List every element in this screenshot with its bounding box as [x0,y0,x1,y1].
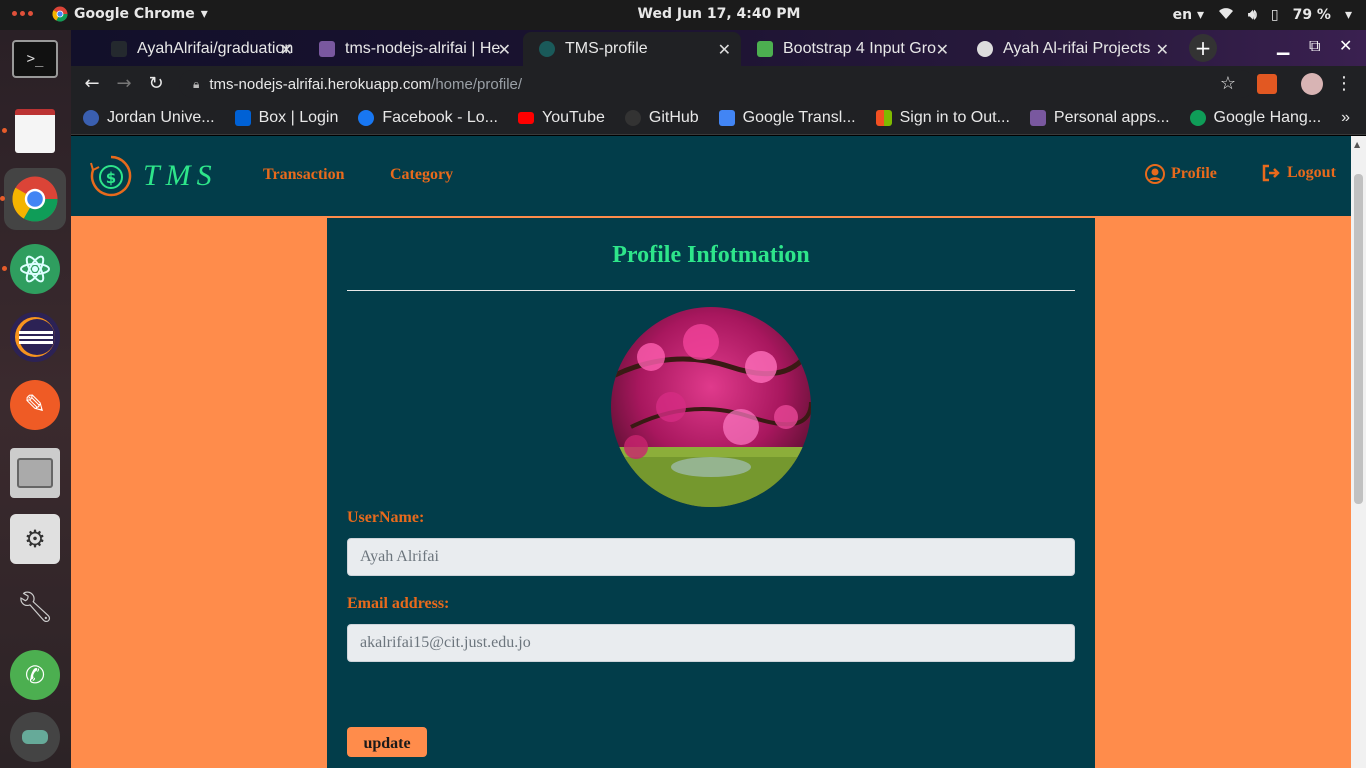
close-window-icon[interactable]: ✕ [1339,36,1352,55]
profile-card: Profile Infotmation UserName: Ayah Alrif… [327,216,1095,768]
reload-icon[interactable]: ↻ [145,73,167,95]
eclipse-icon[interactable] [10,312,60,362]
globe-icon [977,41,993,57]
bookmark-facebook[interactable]: Facebook - Lo... [358,109,498,127]
battery-icon: ▯ [1270,7,1279,23]
wifi-icon [1218,6,1234,24]
address-bar[interactable]: 🔒︎ tms-nodejs-alrifai.herokuapp.com/home… [179,70,1255,98]
system-tray[interactable]: en ▾ 🔊︎ ▯ 79 % ▾ [1173,6,1352,24]
scrollbar-thumb[interactable] [1354,174,1363,504]
terminal-icon[interactable]: >_ [12,40,58,78]
scroll-up-icon[interactable]: ▲ [1354,140,1360,149]
chevron-down-icon: ▾ [1344,7,1352,23]
tab-tms-profile[interactable]: TMS-profile ✕ [523,32,741,66]
clock[interactable]: Wed Jun 17, 4:40 PM [0,6,1366,22]
bookmark-jordan[interactable]: Jordan Unive... [83,109,215,127]
bookmark-translate[interactable]: Google Transl... [718,109,856,127]
nav-profile[interactable]: Profile [1145,164,1217,184]
tab-projects[interactable]: Ayah Al-rifai Projects ✕ [961,32,1179,66]
forward-icon[interactable]: → [113,73,135,95]
bookmark-github[interactable]: GitHub [624,109,699,127]
translate-icon [718,110,735,126]
system-top-bar: Google Chrome ▾ Wed Jun 17, 4:40 PM en ▾… [0,0,1366,30]
menu-icon[interactable]: ⋮ [1333,73,1355,95]
language-indicator[interactable]: en [1173,7,1192,23]
brand-name: TMS [143,159,218,192]
battery-percent: 79 % [1292,7,1331,23]
tms-favicon-icon [539,41,555,57]
sign-out-icon [1262,164,1280,182]
youtube-icon [518,112,534,124]
site-navbar: $ TMS Transaction Category Profile Logou… [71,136,1351,216]
bookmark-box[interactable]: Box | Login [234,109,338,127]
nav-logout[interactable]: Logout [1261,164,1336,182]
title-divider [347,290,1075,291]
email-label: Email address: [347,595,450,612]
text-editor-icon[interactable] [2,106,60,156]
file-cabinet-icon[interactable] [10,448,60,498]
hangouts-icon [1189,110,1206,126]
more-bookmarks-icon[interactable]: » [1341,109,1350,127]
browser-toolbar: ← → ↻ 🔒︎ tms-nodejs-alrifai.herokuapp.co… [71,66,1366,102]
atom-icon[interactable] [2,244,60,294]
page-scrollbar[interactable]: ▲ [1351,136,1366,768]
postman-icon[interactable]: ✎ [10,380,60,430]
user-circle-icon [1145,164,1165,184]
microsoft-icon [875,110,892,126]
page-viewport: $ TMS Transaction Category Profile Logou… [71,136,1351,768]
update-button[interactable]: update [347,727,427,757]
user-avatar-icon[interactable] [10,712,60,762]
tab-bootstrap[interactable]: Bootstrap 4 Input Gro ✕ [741,32,959,66]
star-icon[interactable]: ☆ [1217,73,1239,95]
heroku-icon [1029,110,1046,126]
university-icon [83,110,99,126]
chrome-icon[interactable] [0,168,66,230]
tab-heroku[interactable]: tms-nodejs-alrifai | He ✕ [303,32,521,66]
bookmark-hangouts[interactable]: Google Hang... [1189,109,1321,127]
system-tools-icon[interactable]: 🔧︎ [10,582,60,632]
bookmarks-bar: Jordan Unive... Box | Login Facebook - L… [71,102,1366,135]
dock: >_ ✎ ⚙ 🔧︎ ✆ [0,30,71,768]
profile-photo [611,307,811,507]
bookmark-personal-apps[interactable]: Personal apps... [1029,109,1170,127]
close-icon[interactable]: ✕ [1156,40,1169,60]
username-field[interactable]: Ayah Alrifai [347,538,1075,576]
close-icon[interactable]: ✕ [936,40,949,60]
github-icon [624,110,641,126]
settings-mixer-icon[interactable]: ⚙ [10,514,60,564]
nav-transaction[interactable]: Transaction [263,166,344,184]
email-field[interactable]: akalrifai15@cit.just.edu.jo [347,624,1075,662]
username-label: UserName: [347,509,425,526]
box-icon [234,110,251,126]
nav-category[interactable]: Category [390,166,453,184]
extension-icon[interactable] [1257,74,1277,94]
minimize-icon[interactable]: ▁ [1277,36,1289,55]
heroku-icon [319,41,335,57]
profile-avatar-icon[interactable] [1301,73,1323,95]
dollar-cycle-icon: $ [90,155,132,197]
svg-text:$: $ [106,169,116,187]
page-title: Profile Infotmation [612,242,810,268]
w3-icon [757,41,773,57]
brand-logo[interactable]: $ TMS [89,154,218,198]
github-icon [111,41,127,57]
bookmark-outlook[interactable]: Sign in to Out... [875,109,1010,127]
maximize-icon[interactable]: ⧉ [1309,36,1320,56]
phone-icon[interactable]: ✆ [10,650,60,700]
tab-github[interactable]: AyahAlrifai/graduation ✕ [95,32,303,66]
close-icon[interactable]: ✕ [498,40,511,60]
bookmark-youtube[interactable]: YouTube [518,109,605,127]
volume-icon: 🔊︎ [1248,7,1257,23]
close-icon[interactable]: ✕ [280,40,293,60]
tab-strip: AyahAlrifai/graduation ✕ tms-nodejs-alri… [71,30,1366,66]
new-tab-button[interactable]: + [1189,34,1217,62]
lock-icon[interactable]: 🔒︎ [193,77,199,92]
close-icon[interactable]: ✕ [718,40,731,60]
back-icon[interactable]: ← [81,73,103,95]
facebook-icon [358,110,375,126]
